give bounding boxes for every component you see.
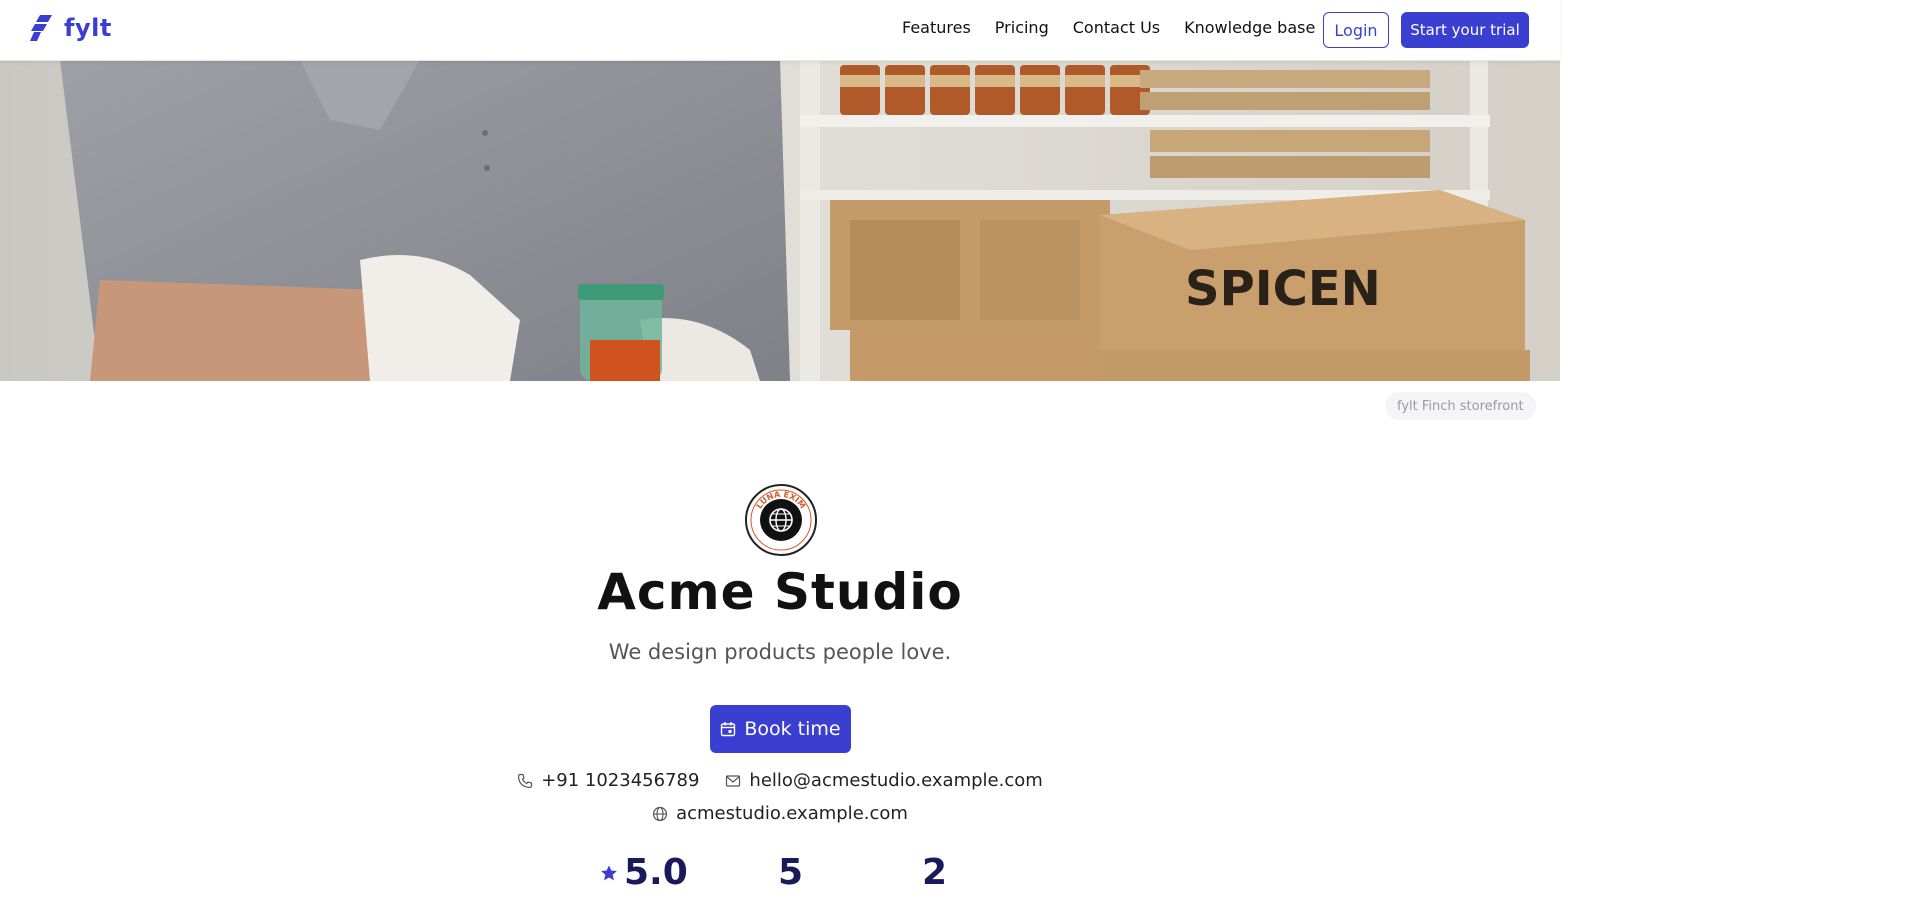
website-url: acmestudio.example.com xyxy=(676,803,908,824)
star-icon xyxy=(601,864,617,880)
storefront-badge: fylt Finch storefront xyxy=(1385,392,1536,420)
box-label: SPICEN xyxy=(1185,261,1381,317)
hero-banner-image: SPICEN xyxy=(0,60,1560,381)
rating-value: 5.0 xyxy=(624,852,688,893)
login-button[interactable]: Login xyxy=(1323,12,1389,48)
main-nav: Features Pricing Contact Us Knowledge ba… xyxy=(902,18,1315,37)
mail-icon xyxy=(726,774,741,787)
nav-knowledge-base[interactable]: Knowledge base xyxy=(1184,18,1315,37)
globe-icon xyxy=(652,806,668,821)
third-stat: 2 xyxy=(922,852,947,893)
nav-contact-us[interactable]: Contact Us xyxy=(1073,18,1160,37)
third-stat-value: 2 xyxy=(922,852,948,893)
start-trial-button[interactable]: Start your trial xyxy=(1401,12,1529,48)
company-name: Acme Studio xyxy=(597,563,963,621)
calendar-icon xyxy=(721,722,736,737)
fylt-logo-icon xyxy=(30,15,52,41)
book-time-label: Book time xyxy=(744,718,841,740)
phone-number: +91 1023456789 xyxy=(541,770,700,791)
email-address: hello@acmestudio.example.com xyxy=(749,770,1043,791)
company-tagline: We design products people love. xyxy=(608,640,952,664)
nav-pricing[interactable]: Pricing xyxy=(995,18,1049,37)
rating-stat: 5.0 xyxy=(600,852,688,893)
book-time-button[interactable]: Book time xyxy=(710,705,851,753)
contact-row-primary: +91 1023456789 hello@acmestudio.example.… xyxy=(0,770,1560,791)
company-logo: LUNA EXIM xyxy=(745,484,817,556)
brand-name: fylt xyxy=(64,14,112,42)
phone-icon xyxy=(518,773,533,788)
nav-features[interactable]: Features xyxy=(902,18,971,37)
second-stat: 5 xyxy=(778,852,803,893)
second-stat-value: 5 xyxy=(778,852,804,893)
website-contact[interactable]: acmestudio.example.com xyxy=(652,803,908,824)
stats-row: 5.0 5 2 xyxy=(0,852,1560,900)
phone-contact[interactable]: +91 1023456789 xyxy=(517,770,699,791)
brand-logo[interactable]: fylt xyxy=(30,13,112,43)
email-contact[interactable]: hello@acmestudio.example.com xyxy=(725,770,1043,791)
top-navigation-bar: fylt Features Pricing Contact Us Knowled… xyxy=(0,0,1560,61)
page: fylt Features Pricing Contact Us Knowled… xyxy=(0,0,1560,900)
contact-row-secondary: acmestudio.example.com xyxy=(0,803,1560,824)
